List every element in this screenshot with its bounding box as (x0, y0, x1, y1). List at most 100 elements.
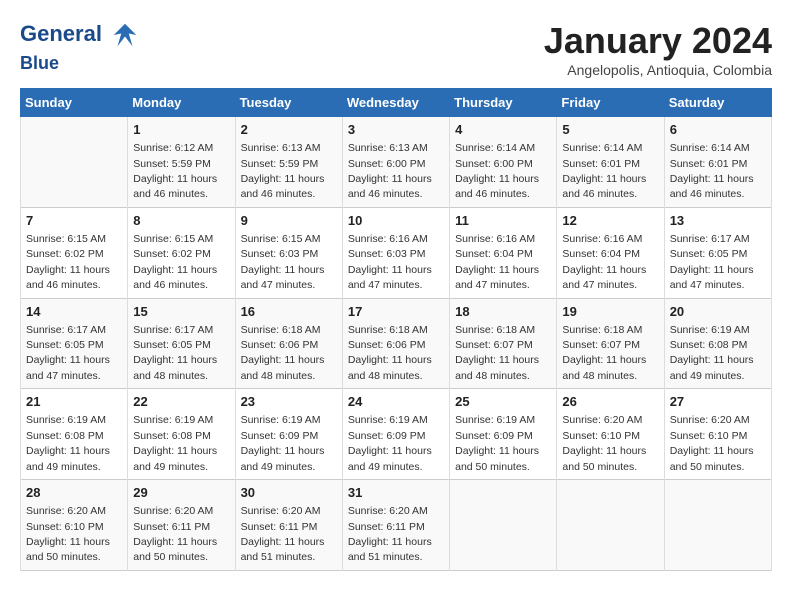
day-info: Sunrise: 6:13 AM Sunset: 5:59 PM Dayligh… (241, 142, 325, 200)
day-number: 25 (455, 393, 551, 411)
day-number: 20 (670, 303, 766, 321)
day-info: Sunrise: 6:14 AM Sunset: 6:00 PM Dayligh… (455, 142, 539, 200)
day-number: 15 (133, 303, 229, 321)
day-info: Sunrise: 6:15 AM Sunset: 6:02 PM Dayligh… (26, 233, 110, 291)
day-info: Sunrise: 6:14 AM Sunset: 6:01 PM Dayligh… (562, 142, 646, 200)
day-info: Sunrise: 6:20 AM Sunset: 6:10 PM Dayligh… (562, 414, 646, 472)
day-number: 22 (133, 393, 229, 411)
day-info: Sunrise: 6:18 AM Sunset: 6:07 PM Dayligh… (455, 324, 539, 382)
calendar-body: 1 Sunrise: 6:12 AM Sunset: 5:59 PM Daylig… (21, 117, 772, 571)
calendar-cell: 31 Sunrise: 6:20 AM Sunset: 6:11 PM Dayli… (342, 480, 449, 571)
day-info: Sunrise: 6:12 AM Sunset: 5:59 PM Dayligh… (133, 142, 217, 200)
day-info: Sunrise: 6:17 AM Sunset: 6:05 PM Dayligh… (26, 324, 110, 382)
weekday-tuesday: Tuesday (235, 89, 342, 117)
day-info: Sunrise: 6:20 AM Sunset: 6:11 PM Dayligh… (348, 505, 432, 563)
weekday-friday: Friday (557, 89, 664, 117)
day-info: Sunrise: 6:20 AM Sunset: 6:11 PM Dayligh… (241, 505, 325, 563)
day-info: Sunrise: 6:13 AM Sunset: 6:00 PM Dayligh… (348, 142, 432, 200)
day-info: Sunrise: 6:16 AM Sunset: 6:04 PM Dayligh… (455, 233, 539, 291)
week-row-1: 1 Sunrise: 6:12 AM Sunset: 5:59 PM Daylig… (21, 117, 772, 208)
day-number: 14 (26, 303, 122, 321)
calendar-cell (450, 480, 557, 571)
logo: General Blue (20, 20, 140, 74)
day-number: 3 (348, 121, 444, 139)
weekday-thursday: Thursday (450, 89, 557, 117)
calendar-cell: 16Sunrise: 6:18 AM Sunset: 6:06 PM Dayli… (235, 298, 342, 389)
day-number: 9 (241, 212, 337, 230)
weekday-header-row: SundayMondayTuesdayWednesdayThursdayFrid… (21, 89, 772, 117)
location-subtitle: Angelopolis, Antioquia, Colombia (544, 62, 772, 78)
day-info: Sunrise: 6:16 AM Sunset: 6:03 PM Dayligh… (348, 233, 432, 291)
day-number: 29 (133, 484, 229, 502)
day-number: 7 (26, 212, 122, 230)
day-info: Sunrise: 6:19 AM Sunset: 6:09 PM Dayligh… (455, 414, 539, 472)
day-info: Sunrise: 6:20 AM Sunset: 6:10 PM Dayligh… (26, 505, 110, 563)
calendar-cell: 25 Sunrise: 6:19 AM Sunset: 6:09 PM Dayli… (450, 389, 557, 480)
day-number: 12 (562, 212, 658, 230)
day-number: 18 (455, 303, 551, 321)
day-info: Sunrise: 6:15 AM Sunset: 6:02 PM Dayligh… (133, 233, 217, 291)
day-number: 11 (455, 212, 551, 230)
week-row-5: 28 Sunrise: 6:20 AM Sunset: 6:10 PM Dayli… (21, 480, 772, 571)
weekday-sunday: Sunday (21, 89, 128, 117)
day-number: 13 (670, 212, 766, 230)
calendar-cell: 18 Sunrise: 6:18 AM Sunset: 6:07 PM Dayli… (450, 298, 557, 389)
day-number: 19 (562, 303, 658, 321)
day-info: Sunrise: 6:18 AM Sunset: 6:07 PM Dayligh… (562, 324, 646, 382)
calendar-cell: 19 Sunrise: 6:18 AM Sunset: 6:07 PM Dayli… (557, 298, 664, 389)
day-number: 31 (348, 484, 444, 502)
calendar-cell: 8 Sunrise: 6:15 AM Sunset: 6:02 PM Daylig… (128, 207, 235, 298)
title-area: January 2024 Angelopolis, Antioquia, Col… (544, 20, 772, 78)
day-number: 10 (348, 212, 444, 230)
calendar-header: SundayMondayTuesdayWednesdayThursdayFrid… (21, 89, 772, 117)
calendar-cell: 22 Sunrise: 6:19 AM Sunset: 6:08 PM Dayli… (128, 389, 235, 480)
day-number: 23 (241, 393, 337, 411)
week-row-2: 7 Sunrise: 6:15 AM Sunset: 6:02 PM Daylig… (21, 207, 772, 298)
day-number: 1 (133, 121, 229, 139)
calendar-cell: 4 Sunrise: 6:14 AM Sunset: 6:00 PM Daylig… (450, 117, 557, 208)
calendar-cell: 20 Sunrise: 6:19 AM Sunset: 6:08 PM Dayli… (664, 298, 771, 389)
calendar-cell: 17 Sunrise: 6:18 AM Sunset: 6:06 PM Dayli… (342, 298, 449, 389)
calendar-cell: 5Sunrise: 6:14 AM Sunset: 6:01 PM Daylig… (557, 117, 664, 208)
day-number: 16 (241, 303, 337, 321)
calendar-cell: 30 Sunrise: 6:20 AM Sunset: 6:11 PM Dayli… (235, 480, 342, 571)
weekday-wednesday: Wednesday (342, 89, 449, 117)
week-row-4: 21 Sunrise: 6:19 AM Sunset: 6:08 PM Dayli… (21, 389, 772, 480)
day-number: 28 (26, 484, 122, 502)
weekday-monday: Monday (128, 89, 235, 117)
day-info: Sunrise: 6:18 AM Sunset: 6:06 PM Dayligh… (348, 324, 432, 382)
day-number: 17 (348, 303, 444, 321)
day-info: Sunrise: 6:19 AM Sunset: 6:08 PM Dayligh… (670, 324, 754, 382)
day-number: 8 (133, 212, 229, 230)
calendar-cell: 9 Sunrise: 6:15 AM Sunset: 6:03 PM Daylig… (235, 207, 342, 298)
calendar-cell: 13 Sunrise: 6:17 AM Sunset: 6:05 PM Dayli… (664, 207, 771, 298)
calendar-table: SundayMondayTuesdayWednesdayThursdayFrid… (20, 88, 772, 571)
month-title: January 2024 (544, 20, 772, 62)
calendar-cell: 28 Sunrise: 6:20 AM Sunset: 6:10 PM Dayli… (21, 480, 128, 571)
day-info: Sunrise: 6:14 AM Sunset: 6:01 PM Dayligh… (670, 142, 754, 200)
calendar-cell: 26Sunrise: 6:20 AM Sunset: 6:10 PM Dayli… (557, 389, 664, 480)
weekday-saturday: Saturday (664, 89, 771, 117)
day-info: Sunrise: 6:17 AM Sunset: 6:05 PM Dayligh… (670, 233, 754, 291)
day-info: Sunrise: 6:19 AM Sunset: 6:09 PM Dayligh… (241, 414, 325, 472)
day-info: Sunrise: 6:17 AM Sunset: 6:05 PM Dayligh… (133, 324, 217, 382)
day-info: Sunrise: 6:20 AM Sunset: 6:10 PM Dayligh… (670, 414, 754, 472)
calendar-cell: 12Sunrise: 6:16 AM Sunset: 6:04 PM Dayli… (557, 207, 664, 298)
calendar-cell: 21Sunrise: 6:19 AM Sunset: 6:08 PM Dayli… (21, 389, 128, 480)
day-number: 2 (241, 121, 337, 139)
calendar-cell: 24Sunrise: 6:19 AM Sunset: 6:09 PM Dayli… (342, 389, 449, 480)
day-info: Sunrise: 6:19 AM Sunset: 6:08 PM Dayligh… (133, 414, 217, 472)
calendar-cell: 27 Sunrise: 6:20 AM Sunset: 6:10 PM Dayli… (664, 389, 771, 480)
calendar-cell: 7 Sunrise: 6:15 AM Sunset: 6:02 PM Daylig… (21, 207, 128, 298)
calendar-cell (21, 117, 128, 208)
day-number: 6 (670, 121, 766, 139)
day-number: 21 (26, 393, 122, 411)
calendar-cell: 23 Sunrise: 6:19 AM Sunset: 6:09 PM Dayli… (235, 389, 342, 480)
day-number: 24 (348, 393, 444, 411)
day-number: 4 (455, 121, 551, 139)
day-info: Sunrise: 6:15 AM Sunset: 6:03 PM Dayligh… (241, 233, 325, 291)
calendar-cell: 15 Sunrise: 6:17 AM Sunset: 6:05 PM Dayli… (128, 298, 235, 389)
calendar-cell (664, 480, 771, 571)
day-number: 27 (670, 393, 766, 411)
day-number: 30 (241, 484, 337, 502)
